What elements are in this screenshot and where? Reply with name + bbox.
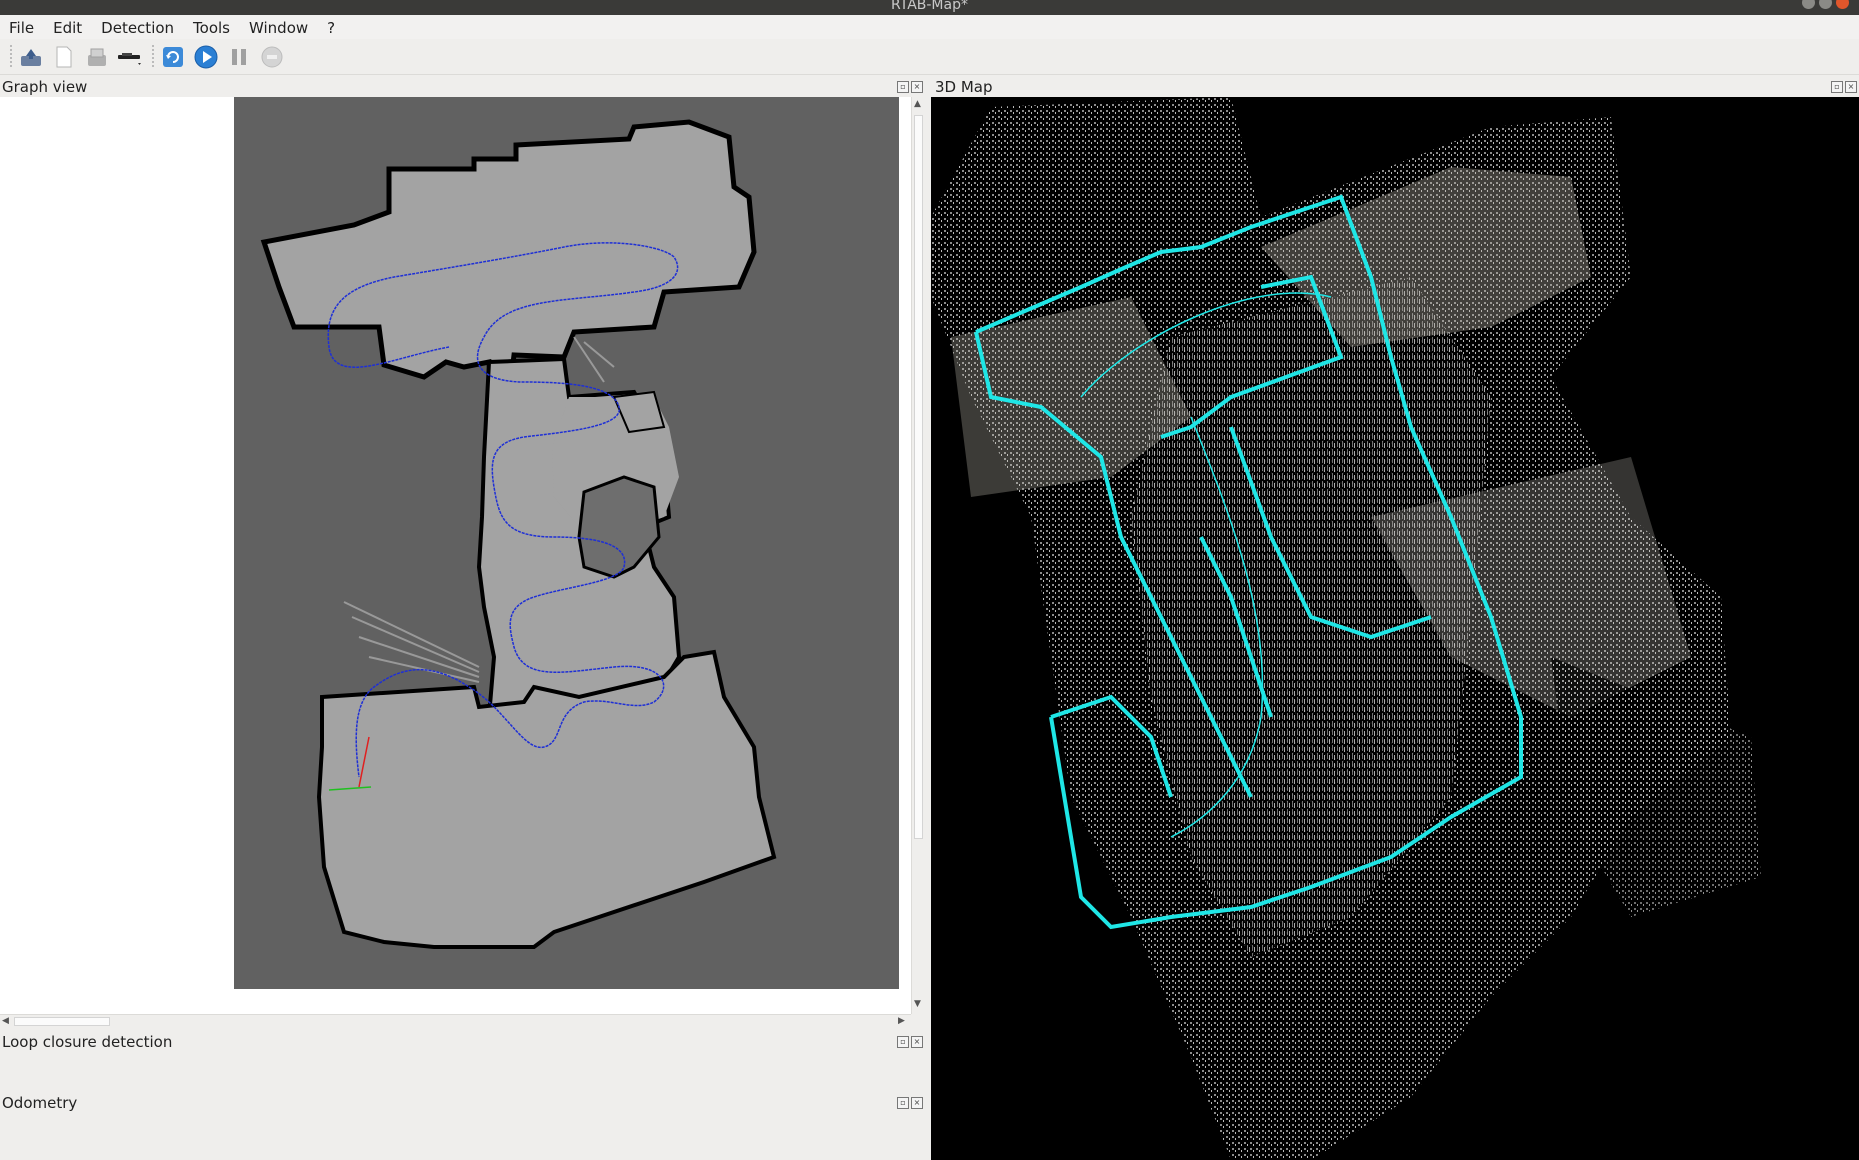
float-icon[interactable]: ▫	[897, 1036, 909, 1048]
occupancy-grid-map[interactable]	[234, 97, 899, 989]
odometry-title: Odometry	[2, 1094, 78, 1112]
close-icon[interactable]: ×	[911, 81, 923, 93]
scroll-up-icon[interactable]: ▲	[914, 99, 921, 109]
window-title: RTAB-Map*	[891, 0, 968, 13]
pause-icon	[232, 48, 246, 65]
point-cloud-render[interactable]	[931, 97, 1859, 1160]
close-icon[interactable]: ×	[911, 1036, 923, 1048]
close-database-icon	[88, 48, 106, 66]
trigger-new-map-button[interactable]	[158, 43, 188, 71]
menu-detection[interactable]: Detection	[92, 15, 184, 39]
camera-source-button[interactable]	[115, 43, 145, 71]
graph-view-dock-buttons: ▫ ×	[897, 81, 923, 93]
menubar: File Edit Detection Tools Window ?	[0, 15, 1859, 39]
graph-horizontal-scrollbar[interactable]: ◀ ▶	[0, 1014, 911, 1029]
odometry-dock-buttons: ▫ ×	[897, 1097, 923, 1109]
toolbar-handle[interactable]	[10, 44, 12, 69]
pause-button[interactable]	[224, 43, 254, 71]
stop-button[interactable]	[257, 43, 287, 71]
window-titlebar: RTAB-Map*	[0, 0, 1859, 15]
menu-edit[interactable]: Edit	[44, 15, 92, 39]
close-database-button[interactable]	[82, 43, 112, 71]
toolbar-separator	[152, 44, 154, 69]
open-database-icon	[21, 48, 41, 66]
graph-vertical-scrollbar[interactable]: ▲ ▼	[911, 97, 926, 1014]
minimize-icon[interactable]	[1802, 0, 1815, 9]
map-3d-viewport[interactable]	[931, 97, 1859, 1160]
close-icon[interactable]	[1836, 0, 1849, 9]
main-toolbar	[0, 39, 1859, 75]
play-icon	[194, 45, 218, 68]
menu-window[interactable]: Window	[240, 15, 318, 39]
loop-closure-title: Loop closure detection	[2, 1033, 173, 1051]
loop-closure-dock-buttons: ▫ ×	[897, 1036, 923, 1048]
float-icon[interactable]: ▫	[897, 81, 909, 93]
scroll-right-icon[interactable]: ▶	[898, 1016, 905, 1026]
float-icon[interactable]: ▫	[897, 1097, 909, 1109]
scroll-left-icon[interactable]: ◀	[2, 1016, 9, 1026]
map-3d-title: 3D Map	[935, 78, 993, 96]
scroll-down-icon[interactable]: ▼	[914, 999, 921, 1009]
stop-icon	[261, 46, 283, 67]
map-3d-dock-buttons: ▫ ×	[1831, 81, 1857, 93]
window-controls	[1802, 0, 1849, 9]
new-document-icon	[56, 46, 72, 67]
menu-tools[interactable]: Tools	[184, 15, 240, 39]
graph-view-title: Graph view	[2, 78, 88, 96]
menu-file[interactable]: File	[0, 15, 44, 39]
camera-source-icon	[118, 52, 141, 65]
graph-view-canvas-area[interactable]	[0, 97, 911, 1014]
horizontal-scroll-thumb[interactable]	[14, 1017, 110, 1026]
close-icon[interactable]: ×	[911, 1097, 923, 1109]
float-icon[interactable]: ▫	[1831, 81, 1843, 93]
vertical-scroll-thumb[interactable]	[914, 115, 923, 839]
refresh-icon	[163, 46, 183, 67]
new-database-button[interactable]	[49, 43, 79, 71]
close-icon[interactable]: ×	[1845, 81, 1857, 93]
open-database-button[interactable]	[16, 43, 46, 71]
maximize-icon[interactable]	[1819, 0, 1832, 9]
start-button[interactable]	[191, 43, 221, 71]
menu-help[interactable]: ?	[318, 15, 345, 39]
